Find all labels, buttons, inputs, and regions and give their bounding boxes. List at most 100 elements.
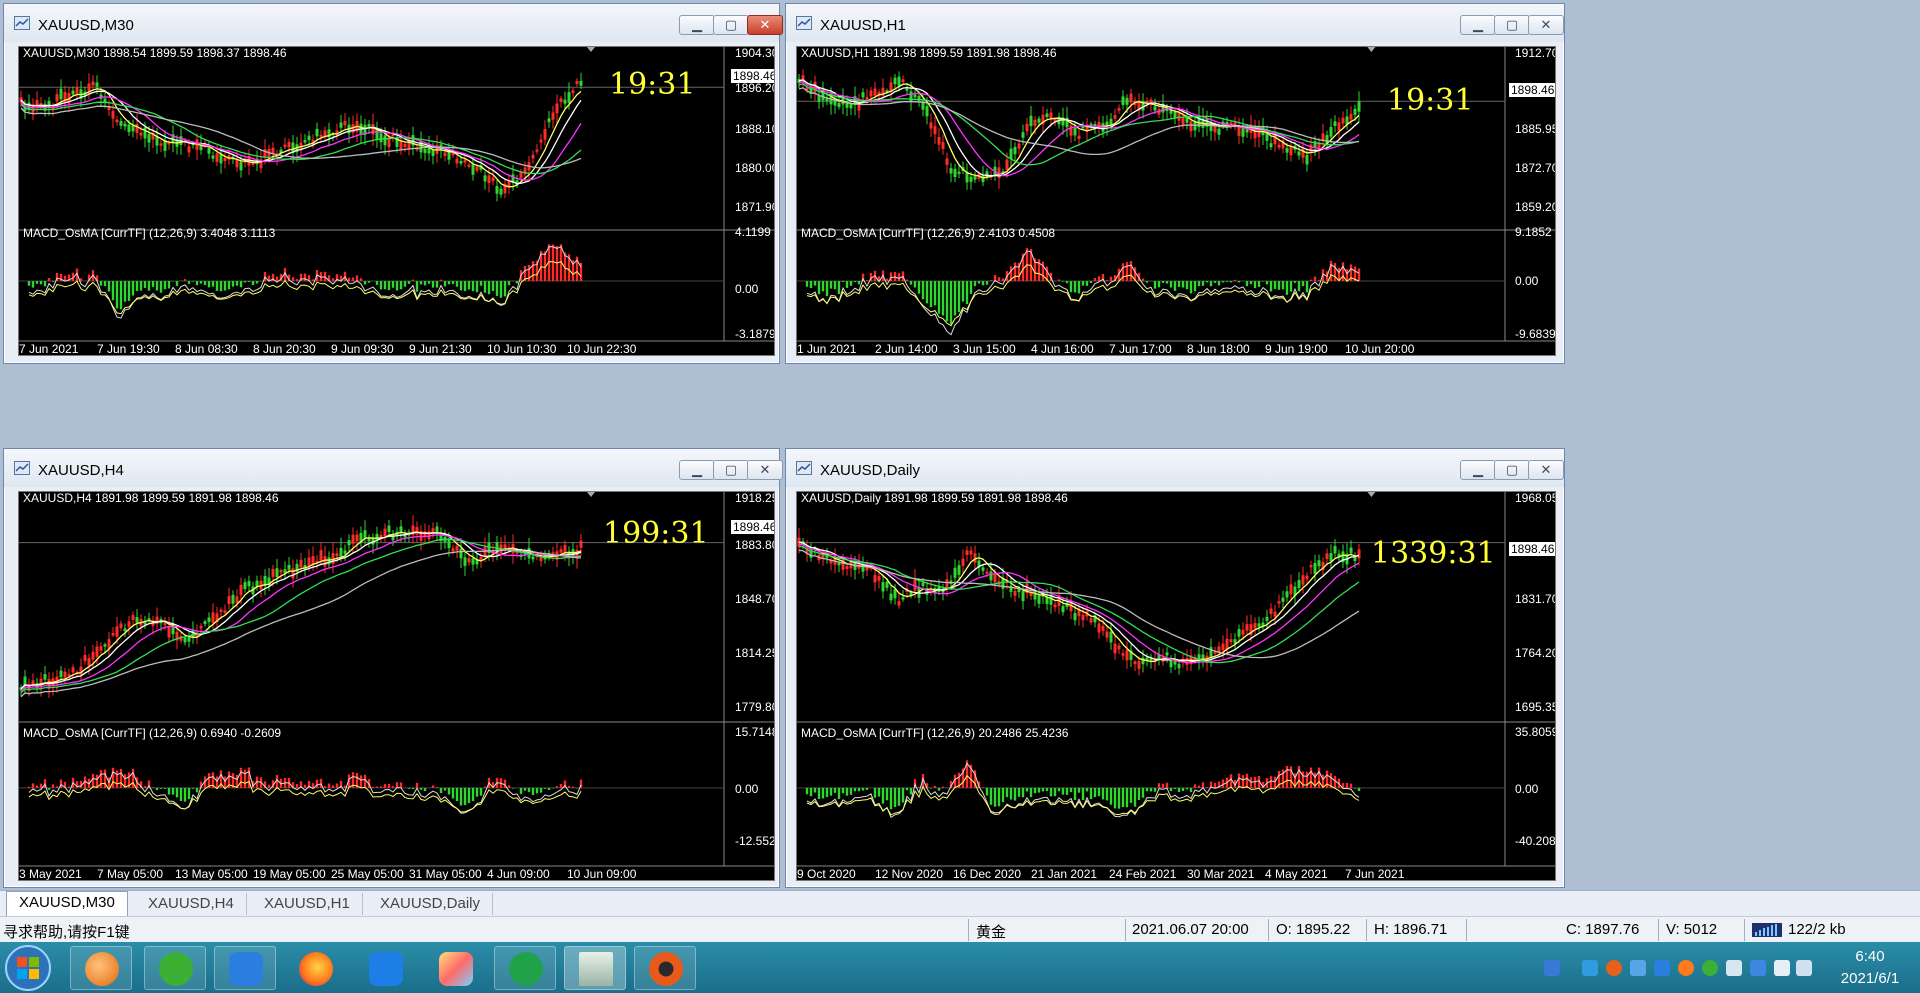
macd-histogram-bar bbox=[821, 281, 825, 292]
tray-volume-icon[interactable] bbox=[1774, 960, 1790, 976]
macd-histogram-bar bbox=[929, 281, 933, 308]
candle-body bbox=[159, 143, 163, 146]
window-titlebar[interactable]: XAUUSD,H1 ▁ ▢ ✕ bbox=[786, 4, 1564, 42]
chart-window-m30[interactable]: XAUUSD,M30 ▁ ▢ ✕ XAUUSD,M30 1898.54 1899… bbox=[3, 3, 783, 364]
tray-network-icon[interactable] bbox=[1726, 960, 1742, 976]
macd-histogram-bar bbox=[423, 787, 427, 792]
macd-histogram-bar bbox=[175, 281, 179, 286]
macd-histogram-bar bbox=[223, 281, 227, 291]
candle-body bbox=[467, 164, 471, 167]
macd-label: 9.1852 bbox=[1515, 225, 1552, 239]
status-high: H: 1896.71 bbox=[1374, 921, 1448, 938]
maximize-button[interactable]: ▢ bbox=[713, 15, 749, 35]
macd-histogram-bar bbox=[1129, 261, 1133, 282]
tray-firefox-icon[interactable] bbox=[1678, 960, 1694, 976]
minimize-button[interactable]: ▁ bbox=[679, 460, 715, 480]
moving-average-line bbox=[798, 543, 1360, 664]
close-button[interactable]: ✕ bbox=[747, 460, 783, 480]
taskbar-app-firefox[interactable] bbox=[284, 946, 346, 990]
window-titlebar[interactable]: XAUUSD,Daily ▁ ▢ ✕ bbox=[786, 449, 1564, 487]
candle-body bbox=[59, 670, 63, 678]
taskbar-app-wechat[interactable] bbox=[144, 946, 206, 990]
tray-globe-icon[interactable] bbox=[1630, 960, 1646, 976]
tray-notes-icon[interactable] bbox=[1654, 960, 1670, 976]
macd-histogram-bar bbox=[885, 787, 889, 801]
countdown-timer: 19:31 bbox=[609, 67, 696, 102]
macd-histogram-bar bbox=[483, 786, 487, 788]
candle-body bbox=[893, 77, 897, 85]
minimize-button[interactable]: ▁ bbox=[679, 15, 715, 35]
minimize-button[interactable]: ▁ bbox=[1460, 460, 1496, 480]
candle-body bbox=[287, 141, 291, 148]
taskbar-time[interactable]: 6:40 bbox=[1840, 948, 1900, 965]
tray-pen-icon[interactable] bbox=[1750, 960, 1766, 976]
macd-histogram-bar bbox=[1293, 281, 1297, 283]
candle-body bbox=[559, 98, 563, 102]
chart-window-h1[interactable]: XAUUSD,H1 ▁ ▢ ✕ XAUUSD,H1 1891.98 1899.5… bbox=[785, 3, 1565, 364]
tab-xauusd-h4[interactable]: XAUUSD,H4 bbox=[136, 893, 247, 915]
macd-histogram-bar bbox=[119, 769, 123, 788]
candle-body bbox=[973, 553, 977, 563]
candle-body bbox=[913, 94, 917, 98]
taskbar-app-mascot[interactable] bbox=[634, 946, 696, 990]
close-button[interactable]: ✕ bbox=[1528, 460, 1564, 480]
taskbar-app-lanhu[interactable] bbox=[354, 946, 416, 990]
macd-histogram-bar bbox=[127, 281, 131, 301]
candle-body bbox=[1273, 611, 1277, 617]
tray-shield-icon[interactable] bbox=[1544, 960, 1560, 976]
chart-area[interactable]: XAUUSD,H4 1891.98 1899.59 1891.98 1898.4… bbox=[18, 491, 775, 881]
macd-histogram-bar bbox=[1109, 787, 1113, 805]
macd-histogram-bar bbox=[175, 787, 179, 798]
taskbar-app-metatrader[interactable] bbox=[564, 946, 626, 990]
macd-histogram-bar bbox=[1289, 766, 1293, 788]
tab-xauusd-m30[interactable]: XAUUSD,M30 bbox=[6, 891, 128, 917]
chart-window-icon bbox=[14, 461, 30, 475]
macd-histogram-bar bbox=[1233, 279, 1237, 282]
chart-window-daily[interactable]: XAUUSD,Daily ▁ ▢ ✕ XAUUSD,Daily 1891.98 … bbox=[785, 448, 1565, 888]
taskbar-app-green[interactable] bbox=[494, 946, 556, 990]
macd-histogram-bar bbox=[1197, 281, 1201, 287]
macd-histogram-bar bbox=[151, 281, 155, 287]
macd-histogram-bar bbox=[239, 281, 243, 288]
candle-body bbox=[1277, 601, 1281, 604]
maximize-button[interactable]: ▢ bbox=[713, 460, 749, 480]
taskbar-app-paint[interactable] bbox=[424, 946, 486, 990]
taskbar-app-browser[interactable] bbox=[70, 946, 132, 990]
close-button[interactable]: ✕ bbox=[747, 15, 783, 35]
macd-histogram-bar bbox=[411, 787, 415, 789]
macd-histogram-bar bbox=[207, 281, 211, 288]
connection-bars-icon[interactable] bbox=[1752, 922, 1782, 938]
window-titlebar[interactable]: XAUUSD,M30 ▁ ▢ ✕ bbox=[4, 4, 783, 42]
macd-histogram-bar bbox=[143, 786, 147, 788]
macd-histogram-bar bbox=[905, 279, 909, 282]
tab-xauusd-daily[interactable]: XAUUSD,Daily bbox=[368, 893, 494, 915]
tray-mascot-icon[interactable] bbox=[1606, 960, 1622, 976]
maximize-button[interactable]: ▢ bbox=[1494, 460, 1530, 480]
candle-body bbox=[1077, 135, 1081, 139]
taskbar-app-notes[interactable] bbox=[214, 946, 276, 990]
chart-area[interactable]: XAUUSD,Daily 1891.98 1899.59 1891.98 189… bbox=[796, 491, 1556, 881]
minimize-button[interactable]: ▁ bbox=[1460, 15, 1496, 35]
taskbar-date[interactable]: 2021/6/1 bbox=[1820, 970, 1920, 987]
window-titlebar[interactable]: XAUUSD,H4 ▁ ▢ ✕ bbox=[4, 449, 783, 487]
macd-histogram-bar bbox=[977, 281, 981, 284]
start-button-icon[interactable] bbox=[4, 944, 52, 992]
macd-histogram-bar bbox=[195, 281, 199, 286]
tray-signal-icon[interactable] bbox=[1796, 960, 1812, 976]
macd-histogram-bar bbox=[1181, 281, 1185, 288]
maximize-button[interactable]: ▢ bbox=[1494, 15, 1530, 35]
chart-window-h4[interactable]: XAUUSD,H4 ▁ ▢ ✕ XAUUSD,H4 1891.98 1899.5… bbox=[3, 448, 783, 888]
tray-wechat-icon[interactable] bbox=[1702, 960, 1718, 976]
macd-histogram-bar bbox=[837, 787, 841, 800]
tray-security-icon[interactable] bbox=[1582, 960, 1598, 976]
macd-histogram-bar bbox=[1173, 787, 1177, 790]
chart-area[interactable]: XAUUSD,H1 1891.98 1899.59 1891.98 1898.4… bbox=[796, 46, 1556, 356]
tab-xauusd-h1[interactable]: XAUUSD,H1 bbox=[252, 893, 363, 915]
candle-body bbox=[91, 651, 95, 660]
candle-body bbox=[211, 155, 215, 159]
candle-body bbox=[291, 568, 295, 579]
candle-body bbox=[1281, 597, 1285, 602]
chart-area[interactable]: XAUUSD,M30 1898.54 1899.59 1898.37 1898.… bbox=[18, 46, 775, 356]
close-button[interactable]: ✕ bbox=[1528, 15, 1564, 35]
candle-body bbox=[1357, 101, 1361, 112]
